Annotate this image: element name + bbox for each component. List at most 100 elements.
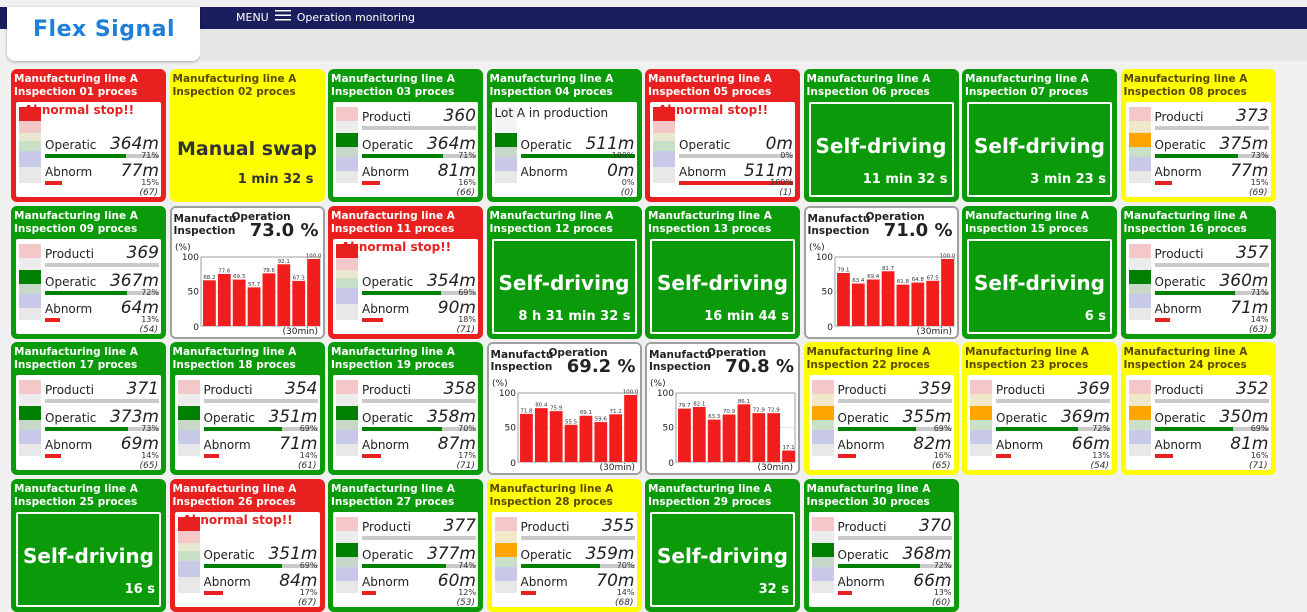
monitor-card[interactable]: Manufacturing line A Inspection 03 proces… — [328, 69, 483, 202]
monitor-card[interactable]: Manufacturing line A Inspection 04 proces… — [486, 69, 642, 202]
monitor-card[interactable]: Manufacturing line A Inspection 19 proces… — [328, 342, 483, 475]
bar-value-label: 79.1 — [837, 267, 849, 273]
monitor-card[interactable]: Manufacturing line A Inspection 17 proces… — [11, 342, 166, 475]
chart-bar — [549, 411, 563, 462]
card-header: Manufacturing line A Inspection 27 proces — [330, 481, 481, 511]
bar-value-label: 92.1 — [277, 258, 289, 264]
monitor-card[interactable]: Manufacturing line A Inspection 25 proces… — [11, 478, 166, 612]
abnormal-count: (67) — [139, 188, 158, 198]
status-swatch — [811, 516, 834, 531]
chart-bar — [940, 258, 954, 326]
status-swatch — [336, 566, 358, 581]
monitor-card[interactable]: Manufacturing line A Inspection 29 proces… — [645, 478, 800, 612]
production-bar-fill — [45, 399, 159, 403]
production-label: Producti — [996, 383, 1045, 397]
status-swatch — [336, 121, 358, 133]
line-name: Manufacturing line A — [14, 346, 138, 358]
chart-bar — [737, 404, 751, 462]
status-swatch — [177, 530, 200, 543]
monitor-card[interactable]: Manufacturing line A Inspection 13 proces… — [645, 205, 800, 339]
y-tick-label: 50 — [663, 424, 675, 434]
operation-percent: 72% — [933, 560, 952, 570]
chart-panel: Manufactu Inspection Operation 71.0 % (%) 100… — [805, 207, 957, 337]
production-bar-fill — [520, 535, 635, 540]
monitor-card[interactable]: Manufacturing line A Inspection 24 proces… — [1120, 342, 1276, 475]
inspection-name: Inspection 30 proces — [806, 495, 930, 508]
monitor-card[interactable]: Manufactu Inspection Operation 70.8 % (%) 100… — [645, 342, 800, 475]
chart-panel: Manufactu Inspection Operation 70.8 % (%) 100… — [647, 344, 798, 473]
operation-label: Operatic — [362, 547, 414, 562]
monitor-card[interactable]: Manufacturing line A Inspection 23 proces… — [962, 342, 1117, 475]
monitor-card[interactable]: Manufacturing line A Inspection 02 proces… — [169, 69, 325, 202]
abnormal-label: Abnorm — [362, 301, 410, 316]
card-header: Manufacturing line A Inspection 12 proces — [489, 208, 640, 238]
monitor-card[interactable]: Manufacturing line A Inspection 08 proces… — [1120, 69, 1276, 202]
monitor-card[interactable]: Manufacturing line A Inspection 18 proces… — [169, 342, 325, 475]
monitor-card[interactable]: Manufacturing line A Inspection 15 proces… — [962, 205, 1117, 339]
chart-bar — [782, 450, 795, 462]
operation-bar-chart: (%)100 50 0 79.163.469.481.7 61.8 64.8 67.5 100… — [809, 243, 956, 337]
status-swatch — [177, 394, 200, 406]
operation-bar-fill — [837, 427, 917, 431]
elapsed-time: 11 min 32 s — [862, 172, 948, 187]
card-header: Manufacturing line A Inspection 22 proces — [806, 344, 957, 374]
logo-box: Flex Signal — [7, 7, 200, 61]
y-tick-label: 0 — [668, 459, 674, 469]
operation-bar-fill — [1154, 427, 1234, 431]
monitor-card[interactable]: Manufacturing line A Inspection 01 proces… — [11, 69, 166, 202]
monitor-card[interactable]: Manufacturing line A Inspection 22 proces… — [803, 342, 959, 475]
metrics-panel: Lot A in production Operatic 511m 100% Abnor… — [491, 102, 637, 198]
monitor-card[interactable]: Manufacturing line A Inspection 09 proces… — [11, 205, 166, 339]
card-header: Manufacturing line A Inspection 08 proces — [1123, 71, 1274, 101]
production-label: Producti — [1154, 383, 1204, 397]
monitor-card[interactable]: Manufactu Inspection Operation 71.0 % (%) 100… — [803, 205, 959, 339]
abnormal-bar-fill — [362, 454, 382, 458]
production-bar-fill — [837, 535, 952, 540]
hamburger-icon[interactable] — [274, 10, 291, 24]
status-swatch — [336, 147, 358, 157]
abnormal-label: Abnorm — [1154, 165, 1202, 179]
production-count: 377 — [443, 515, 476, 536]
chart-panel: Manufactu Inspection Operation 69.2 % (%) 100… — [488, 344, 640, 473]
menu-button[interactable]: MENU Operation monitoring — [236, 10, 415, 24]
monitor-card[interactable]: Manufacturing line A Inspection 30 proces… — [803, 478, 959, 612]
line-name: Manufacturing line A — [806, 73, 931, 85]
chart-bar — [767, 413, 781, 462]
status-panel: Self-driving 11 min 32 s — [808, 102, 954, 197]
status-panel: Self-driving 16 min 44 s — [650, 238, 795, 334]
monitor-card[interactable]: Manufacturing line A Inspection 16 proces… — [1120, 205, 1276, 339]
x-interval-label: (30min) — [599, 463, 634, 473]
y-tick-label: 50 — [504, 424, 516, 434]
metrics-panel: Producti 377 Operatic 377m 74% Abnorm 60m 12% (5… — [333, 511, 478, 608]
monitor-card[interactable]: Manufactu Inspection Operation 73.0 % (%) 100… — [169, 205, 325, 339]
monitor-card[interactable]: Manufacturing line A Inspection 27 proces… — [328, 478, 483, 612]
monitor-card[interactable]: Manufacturing line A Inspection 07 proces… — [962, 69, 1117, 202]
production-count: 355 — [602, 515, 635, 536]
status-swatch — [336, 530, 358, 543]
abnormal-count: (71) — [456, 324, 475, 335]
monitor-card[interactable]: Manufacturing line A Inspection 06 proces… — [803, 69, 959, 202]
monitor-card[interactable]: Manufactu Inspection Operation 69.2 % (%) 100… — [486, 342, 642, 475]
status-swatch — [494, 516, 517, 531]
abnormal-count: (0) — [620, 188, 634, 198]
monitor-card[interactable]: Manufacturing line A Inspection 05 proces… — [645, 69, 800, 202]
production-row: Producti 369 — [45, 243, 159, 271]
inspection-name: Inspection 06 proces — [806, 86, 930, 98]
monitor-card[interactable]: Manufacturing line A Inspection 11 proces… — [328, 205, 483, 339]
status-swatch — [19, 167, 41, 183]
monitor-card[interactable]: Manufacturing line A Inspection 28 proces… — [486, 478, 642, 612]
production-row: Producti 377 — [362, 516, 476, 544]
abnormal-count: (53) — [456, 597, 475, 608]
status-swatch — [19, 307, 41, 320]
card-header: Manufacturing line A Inspection 09 proces — [13, 208, 164, 238]
status-swatch — [19, 283, 41, 294]
monitor-card[interactable]: Manufacturing line A Inspection 12 proces… — [486, 205, 642, 339]
production-bar — [837, 535, 952, 540]
production-bar — [1154, 399, 1269, 403]
inspection-name: Inspection 16 proces — [1123, 222, 1247, 235]
inspection-name: Inspection 05 proces — [648, 86, 772, 98]
inspection-name: Inspection 26 proces — [172, 495, 296, 508]
monitor-card[interactable]: Manufacturing line A Inspection 26 proces… — [169, 478, 325, 612]
abnormal-bar-fill — [203, 590, 223, 595]
production-bar-fill — [996, 399, 1110, 403]
